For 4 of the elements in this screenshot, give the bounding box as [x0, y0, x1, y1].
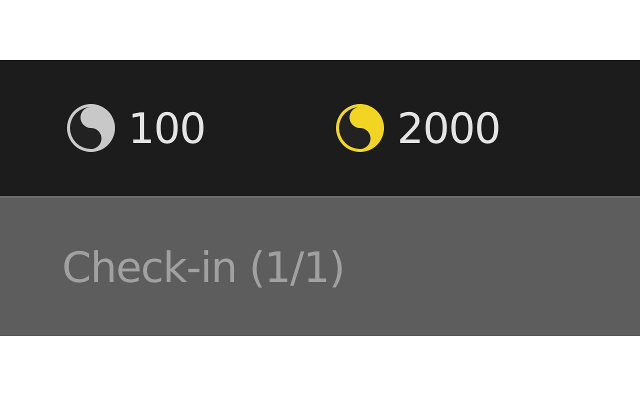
currency-amount: 100	[128, 104, 206, 152]
check-in-bar[interactable]: Check-in (1/1)	[0, 196, 640, 336]
currency-amount: 2000	[397, 104, 500, 152]
check-in-label: Check-in (1/1)	[62, 242, 344, 292]
